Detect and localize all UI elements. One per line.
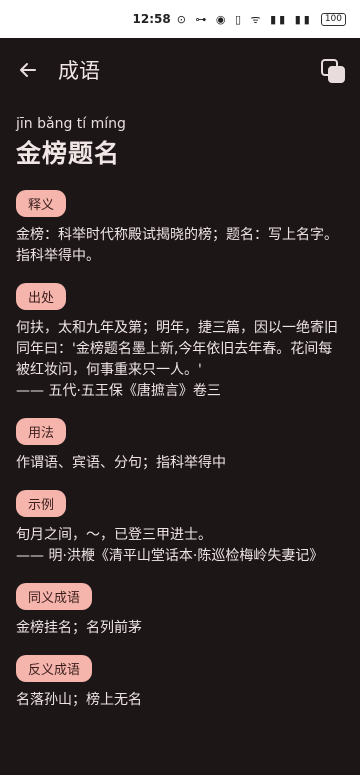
synonyms-text: 金榜挂名；名列前茅 [16, 618, 344, 639]
source-chip: 出处 [16, 283, 67, 310]
section-example: 示例 旬月之间，～，已登三甲进士。 —— 明·洪楩《清平山堂话本·陈巡检梅岭失妻… [16, 490, 344, 567]
synonyms-chip: 同义成语 [16, 583, 93, 610]
section-usage: 用法 作谓语、宾语、分句；指科举得中 [16, 418, 344, 474]
section-source: 出处 何扶，太和九年及第；明年，捷三篇，因以一绝寄旧同年曰：'金榜题名墨上新,今… [16, 283, 344, 402]
example-body: 旬月之间，～，已登三甲进士。 [16, 527, 212, 543]
status-icons: ⊙ ⊶ ◉ ▯ ᯤ ▮▮ ▮▮ [176, 12, 313, 26]
status-time: 12:58 [132, 12, 171, 26]
section-synonyms: 同义成语 金榜挂名；名列前茅 [16, 583, 344, 639]
source-body: 何扶，太和九年及第；明年，捷三篇，因以一绝寄旧同年曰：'金榜题名墨上新,今年依旧… [16, 320, 338, 378]
usage-body: 作谓语、宾语、分句；指科举得中 [16, 455, 226, 471]
page-title: 成语 [58, 59, 100, 83]
app-bar: 成语 [0, 38, 360, 102]
section-antonyms: 反义成语 名落孙山；榜上无名 [16, 655, 344, 711]
idiom-pinyin: jīn bǎng tí míng [16, 116, 126, 132]
meaning-text: 金榜：科举时代称殿试揭晓的榜；题名：写上名字。指科举得中。 [16, 225, 344, 267]
back-arrow-icon[interactable] [14, 56, 42, 84]
section-meaning: 释义 金榜：科举时代称殿试揭晓的榜；题名：写上名字。指科举得中。 [16, 190, 344, 267]
idiom-title: 金榜题名 [16, 139, 121, 168]
battery-icon: 100 [320, 12, 346, 26]
copy-icon[interactable] [320, 58, 346, 84]
status-bar: 12:58 ⊙ ⊶ ◉ ▯ ᯤ ▮▮ ▮▮ 100 [0, 0, 360, 38]
source-text: 何扶，太和九年及第；明年，捷三篇，因以一绝寄旧同年曰：'金榜题名墨上新,今年依旧… [16, 318, 344, 402]
meaning-chip: 释义 [16, 190, 67, 217]
example-chip: 示例 [16, 490, 67, 517]
antonyms-text: 名落孙山；榜上无名 [16, 690, 344, 711]
example-attribution: —— 明·洪楩《清平山堂话本·陈巡检梅岭失妻记》 [16, 548, 324, 564]
meaning-body: 金榜：科举时代称殿试揭晓的榜；题名：写上名字。指科举得中。 [16, 227, 338, 264]
antonyms-body: 名落孙山；榜上无名 [16, 692, 142, 708]
example-text: 旬月之间，～，已登三甲进士。 —— 明·洪楩《清平山堂话本·陈巡检梅岭失妻记》 [16, 525, 344, 567]
antonyms-chip: 反义成语 [16, 655, 93, 682]
idiom-detail: jīn bǎng tí míng 金榜题名 释义 金榜：科举时代称殿试揭晓的榜；… [0, 102, 360, 711]
usage-chip: 用法 [16, 418, 67, 445]
usage-text: 作谓语、宾语、分句；指科举得中 [16, 453, 344, 474]
synonyms-body: 金榜挂名；名列前茅 [16, 620, 142, 636]
source-attribution: —— 五代·五王保《唐摭言》卷三 [16, 383, 221, 399]
